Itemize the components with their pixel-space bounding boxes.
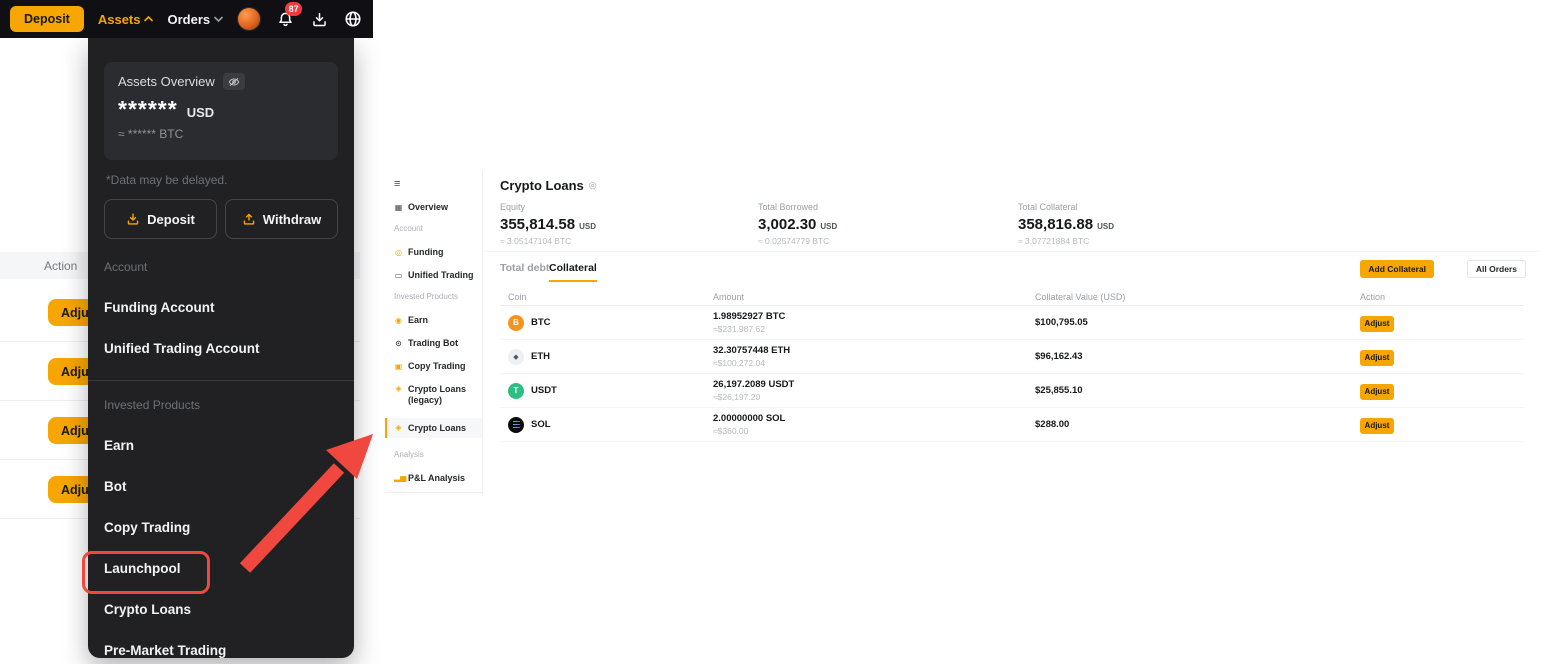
info-icon[interactable]: ◎ bbox=[589, 180, 597, 191]
menu-item-earn[interactable]: Earn bbox=[104, 438, 338, 453]
invested-products-section-label: Invested Products bbox=[104, 398, 338, 412]
sidebar-item-crypto-loans[interactable]: ◈ Crypto Loans bbox=[385, 418, 482, 438]
sidebar-item-trading-bot[interactable]: ⊙ Trading Bot bbox=[394, 338, 482, 348]
sidebar-invested-label: Invested Products bbox=[394, 292, 482, 302]
crypto-loans-icon: ◈ bbox=[394, 423, 403, 432]
tab-collateral[interactable]: Collateral bbox=[549, 262, 597, 282]
download-tray-icon bbox=[311, 11, 328, 28]
add-collateral-button[interactable]: Add Collateral bbox=[1360, 260, 1434, 278]
trading-bot-icon: ⊙ bbox=[394, 339, 403, 348]
stat-equity: Equity 355,814.58 USD ≈ 3.05147104 BTC bbox=[500, 202, 596, 246]
btc-icon: B bbox=[508, 315, 524, 331]
adjust-button-btc[interactable]: Adjust bbox=[1360, 316, 1394, 332]
adjust-button-sol[interactable]: Adjust bbox=[1360, 418, 1394, 434]
inset-content: Crypto Loans ◎ Equity 355,814.58 USD ≈ 3… bbox=[484, 170, 1540, 442]
overview-icon: ▦ bbox=[394, 203, 403, 212]
earn-icon: ◉ bbox=[394, 316, 403, 325]
data-delay-note: *Data may be delayed. bbox=[106, 173, 338, 187]
panel-withdraw-button[interactable]: Withdraw bbox=[225, 199, 338, 239]
page-title: Crypto Loans bbox=[500, 178, 584, 193]
chevron-up-icon bbox=[144, 16, 153, 22]
sidebar-divider bbox=[385, 492, 483, 493]
withdraw-icon bbox=[242, 212, 256, 226]
stat-total-collateral: Total Collateral 358,816.88 USD ≈ 3.0772… bbox=[1018, 202, 1114, 246]
deposit-icon bbox=[126, 212, 140, 226]
inset-sidebar: ≡ ▦ Overview Account ◎ Funding ▭ Unified… bbox=[385, 170, 483, 496]
usdt-icon: T bbox=[508, 383, 524, 399]
notifications-button[interactable]: 87 bbox=[275, 9, 295, 29]
all-orders-button[interactable]: All Orders bbox=[1467, 260, 1526, 278]
menu-item-pre-market-trading[interactable]: Pre-Market Trading bbox=[104, 643, 338, 658]
sidebar-collapse-button[interactable]: ≡ bbox=[394, 178, 482, 192]
chevron-down-icon bbox=[214, 16, 223, 22]
sidebar-item-pnl-analysis[interactable]: ▂▅ P&L Analysis bbox=[394, 473, 482, 483]
top-navbar: Deposit Assets Orders 87 bbox=[0, 0, 373, 38]
table-row-btc: B BTC 1.98952927 BTC ≈$231,987.62 $100,7… bbox=[500, 306, 1524, 340]
sidebar-item-copy-trading[interactable]: ▣ Copy Trading bbox=[394, 361, 482, 371]
tab-total-debt[interactable]: Total debt bbox=[500, 262, 549, 274]
stat-total-borrowed: Total Borrowed 3,002.30 USD ≈ 0.02574779… bbox=[758, 202, 837, 246]
crypto-loans-legacy-icon: ◈ bbox=[394, 384, 403, 394]
assets-overview-card: Assets Overview ****** USD ≈ ****** BTC bbox=[104, 62, 338, 160]
nav-orders-menu[interactable]: Orders bbox=[167, 12, 223, 27]
sidebar-item-earn[interactable]: ◉ Earn bbox=[394, 315, 482, 325]
language-button[interactable] bbox=[343, 9, 363, 29]
sidebar-analysis-label: Analysis bbox=[394, 450, 482, 460]
balance-currency: USD bbox=[187, 105, 214, 120]
deposit-button[interactable]: Deposit bbox=[10, 6, 84, 32]
menu-item-launchpool[interactable]: Launchpool bbox=[104, 561, 338, 576]
funding-icon: ◎ bbox=[394, 248, 403, 257]
nav-assets-menu[interactable]: Assets bbox=[98, 12, 154, 27]
globe-icon bbox=[344, 10, 362, 28]
avatar[interactable] bbox=[237, 7, 261, 31]
tabs-row: Total debt Collateral Add Collateral All… bbox=[484, 258, 1540, 286]
eye-off-icon bbox=[228, 77, 240, 87]
stats-row: Equity 355,814.58 USD ≈ 3.05147104 BTC T… bbox=[484, 202, 1540, 252]
pnl-analysis-icon: ▂▅ bbox=[394, 473, 403, 482]
table-row-usdt: T USDT 26,197.2089 USDT ≈$26,197.20 $25,… bbox=[500, 374, 1524, 408]
hide-balance-button[interactable] bbox=[223, 73, 245, 90]
notification-badge: 87 bbox=[285, 2, 302, 16]
account-section-label: Account bbox=[104, 260, 338, 274]
menu-item-unified-trading-account[interactable]: Unified Trading Account bbox=[104, 341, 338, 356]
sidebar-item-funding[interactable]: ◎ Funding bbox=[394, 247, 482, 257]
section-divider bbox=[88, 380, 354, 381]
panel-deposit-button[interactable]: Deposit bbox=[104, 199, 217, 239]
adjust-button-usdt[interactable]: Adjust bbox=[1360, 384, 1394, 400]
unified-trading-icon: ▭ bbox=[394, 271, 403, 280]
menu-item-crypto-loans[interactable]: Crypto Loans bbox=[104, 602, 338, 617]
collateral-table: Coin Amount Collateral Value (USD) Actio… bbox=[500, 288, 1524, 442]
sidebar-item-unified-trading[interactable]: ▭ Unified Trading bbox=[394, 270, 482, 280]
crypto-loans-page-inset: ≡ ▦ Overview Account ◎ Funding ▭ Unified… bbox=[385, 170, 1540, 510]
eth-icon: ◆ bbox=[508, 349, 524, 365]
assets-dropdown-panel: Assets Overview ****** USD ≈ ****** BTC … bbox=[88, 38, 354, 658]
masked-btc-value: ≈ ****** BTC bbox=[118, 127, 324, 141]
adjust-button-eth[interactable]: Adjust bbox=[1360, 350, 1394, 366]
table-header-row: Coin Amount Collateral Value (USD) Actio… bbox=[500, 288, 1524, 306]
sol-icon bbox=[508, 417, 524, 433]
copy-trading-icon: ▣ bbox=[394, 362, 403, 371]
menu-item-copy-trading[interactable]: Copy Trading bbox=[104, 520, 338, 535]
table-row-eth: ◆ ETH 32.30757448 ETH ≈$100,272.04 $96,1… bbox=[500, 340, 1524, 374]
menu-item-bot[interactable]: Bot bbox=[104, 479, 338, 494]
masked-balance-value: ****** bbox=[118, 96, 178, 123]
sidebar-item-overview[interactable]: ▦ Overview bbox=[394, 202, 482, 212]
sidebar-item-crypto-loans-legacy[interactable]: ◈ Crypto Loans (legacy) bbox=[394, 384, 482, 407]
menu-item-funding-account[interactable]: Funding Account bbox=[104, 300, 338, 315]
download-app-button[interactable] bbox=[309, 9, 329, 29]
assets-overview-title: Assets Overview bbox=[118, 74, 215, 89]
sidebar-account-label: Account bbox=[394, 224, 482, 234]
table-row-sol: SOL 2.00000000 SOL ≈$360.00 $288.00 Adju… bbox=[500, 408, 1524, 442]
